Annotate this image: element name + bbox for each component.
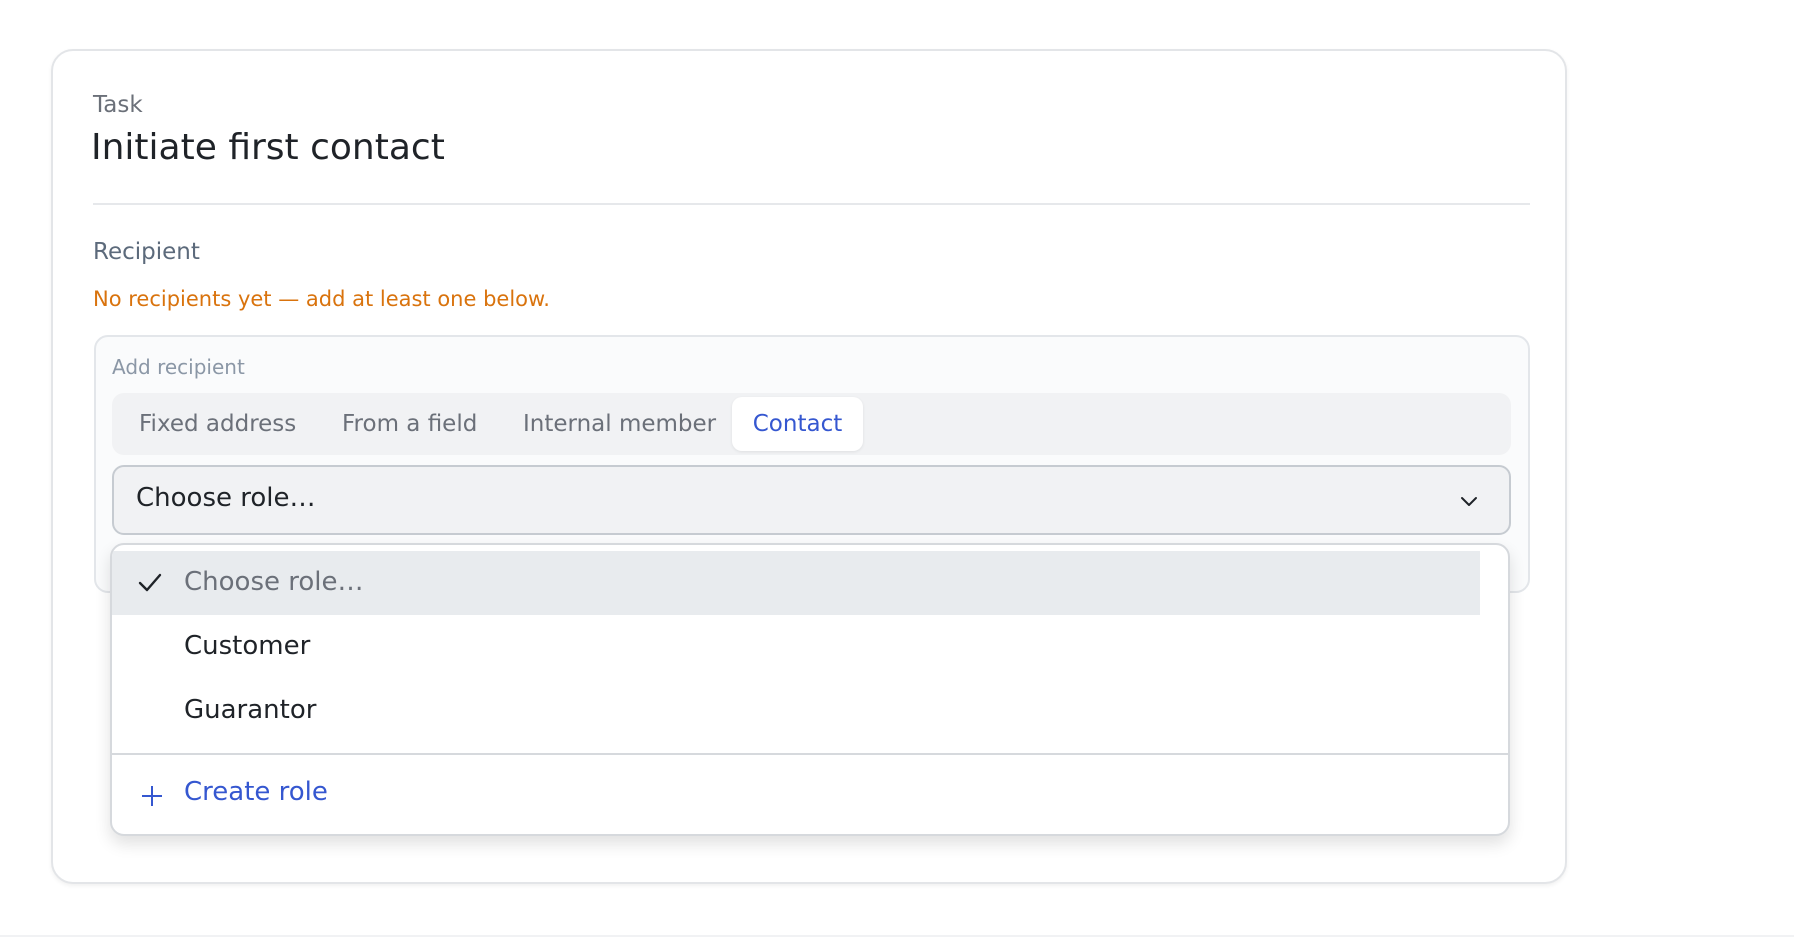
- role-option-choose-role[interactable]: Choose role…: [112, 551, 1480, 615]
- tab-contact[interactable]: Contact: [732, 397, 863, 451]
- tab-internal-member[interactable]: Internal member: [523, 397, 716, 451]
- role-option-label: Customer: [184, 631, 311, 661]
- divider: [93, 203, 1530, 205]
- role-option-label: Choose role…: [184, 567, 364, 597]
- role-option-customer[interactable]: Customer: [112, 615, 1480, 679]
- create-role-button[interactable]: Create role: [112, 755, 1508, 834]
- recipient-section-label: Recipient: [93, 239, 200, 265]
- no-recipients-warning: No recipients yet — add at least one bel…: [93, 287, 550, 311]
- tab-fixed-address[interactable]: Fixed address: [139, 397, 296, 451]
- add-recipient-label: Add recipient: [112, 355, 245, 379]
- role-select-value: Choose role…: [136, 483, 316, 513]
- role-dropdown-menu: Choose role… Customer Guarantor Create r…: [110, 543, 1510, 836]
- page-bottom-divider: [0, 935, 1794, 937]
- page: Task Initiate first contact Recipient No…: [0, 0, 1794, 938]
- role-option-label: Guarantor: [184, 695, 317, 725]
- chevron-down-icon: [1461, 497, 1477, 506]
- role-select[interactable]: Choose role…: [112, 465, 1511, 535]
- recipient-type-tabs: Fixed address From a field Internal memb…: [112, 393, 1511, 455]
- task-title: Initiate first contact: [91, 127, 445, 168]
- tab-from-a-field[interactable]: From a field: [342, 397, 477, 451]
- create-role-label: Create role: [184, 777, 328, 807]
- task-eyebrow: Task: [93, 92, 143, 118]
- role-option-guarantor[interactable]: Guarantor: [112, 679, 1480, 743]
- check-icon: [138, 573, 162, 592]
- plus-icon: [142, 786, 162, 806]
